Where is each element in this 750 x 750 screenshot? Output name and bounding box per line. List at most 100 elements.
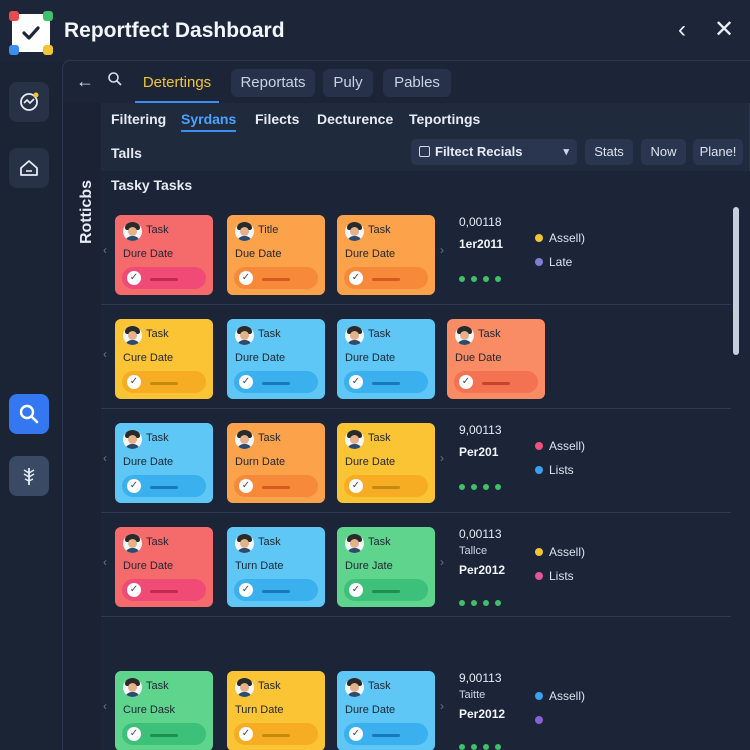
task-card-status-bar[interactable]: ✓ [454,371,538,393]
back-chevron-icon[interactable]: ‹ [668,16,696,44]
chevron-left-icon[interactable]: ‹ [103,243,107,257]
progress-line [372,382,400,385]
chevron-right-icon[interactable]: › [440,555,444,569]
task-card-title: Title [258,224,279,236]
chevron-left-icon[interactable]: ‹ [103,555,107,569]
task-card[interactable]: Task Turn Date ✓ [227,527,325,607]
search-icon [19,404,39,424]
task-card-title: Task [258,680,281,692]
sidebar-home-button[interactable] [9,148,49,188]
avatar [235,534,254,553]
task-card-status-bar[interactable]: ✓ [234,723,318,745]
progress-line [262,734,290,737]
avatar [123,222,142,241]
chevron-left-icon[interactable]: ‹ [103,347,107,361]
task-card-status-bar[interactable]: ✓ [122,723,206,745]
stat-period: Per2012 [459,707,506,721]
legend-item: Assell) [535,439,655,453]
subtab-decturence[interactable]: Decturence [317,111,393,127]
progress-line [372,590,400,593]
close-icon[interactable]: ✕ [710,16,738,44]
status-dots [459,477,507,495]
now-button[interactable]: Now [641,139,686,165]
subtab-filects[interactable]: Filects [255,111,299,127]
plane-button[interactable]: Plane! [693,139,743,165]
stats-button[interactable]: Stats [585,139,633,165]
task-card[interactable]: Task Dure Date ✓ [115,527,213,607]
progress-line [482,382,510,385]
task-row: ‹ Task Dure Date ✓ Task Turn Date ✓ Task Dure Ja… [101,513,731,617]
task-card-status-bar[interactable]: ✓ [122,267,206,289]
stat-period: Per201 [459,445,499,459]
task-card-status-bar[interactable]: ✓ [344,723,428,745]
task-card[interactable]: Task Dure Date ✓ [227,319,325,399]
task-card-status-bar[interactable]: ✓ [234,475,318,497]
task-card[interactable]: Task Dure Date ✓ [337,319,435,399]
task-card-status-bar[interactable]: ✓ [234,267,318,289]
legend-item: Late [535,255,655,269]
avatar [455,326,474,345]
sidebar-activity-button[interactable] [9,82,49,122]
check-icon: ✓ [239,479,253,493]
task-card[interactable]: Task Turn Date ✓ [227,671,325,750]
task-card[interactable]: Task Dure Date ✓ [337,423,435,503]
vertical-tab[interactable]: Rotticbs [63,103,101,750]
task-card-date: Dure Date [123,456,174,468]
progress-line [150,734,178,737]
task-card[interactable]: Task Dure Date ✓ [115,215,213,295]
task-card-status-bar[interactable]: ✓ [344,371,428,393]
tab-reportats[interactable]: Reportats [231,69,315,97]
task-card[interactable]: Task Dure Jate ✓ [337,527,435,607]
subtab-syrdans[interactable]: Syrdans [181,111,237,132]
task-card-status-bar[interactable]: ✓ [344,267,428,289]
legend-label: Assell) [549,231,586,245]
check-icon: ✓ [349,727,363,741]
tab-pables[interactable]: Pables [383,69,451,97]
task-card[interactable]: Task Cure Dask ✓ [115,671,213,750]
task-card[interactable]: Task Dure Date ✓ [115,423,213,503]
task-card-status-bar[interactable]: ✓ [122,475,206,497]
subtab-filtering[interactable]: Filtering [111,111,166,127]
check-icon: ✓ [349,271,363,285]
chevron-left-icon[interactable]: ‹ [103,451,107,465]
check-icon: ✓ [459,375,473,389]
task-card-status-bar[interactable]: ✓ [122,579,206,601]
chevron-right-icon[interactable]: › [440,243,444,257]
task-card-status-bar[interactable]: ✓ [344,475,428,497]
task-card-title: Task [258,432,281,444]
task-card-status-bar[interactable]: ✓ [122,371,206,393]
check-icon: ✓ [239,727,253,741]
legend-dot [535,234,543,242]
chevron-left-icon[interactable]: ‹ [103,699,107,713]
task-card[interactable]: Task Cure Date ✓ [115,319,213,399]
chevron-right-icon[interactable]: › [440,699,444,713]
task-card-status-bar[interactable]: ✓ [234,579,318,601]
task-card-date: Due Date [455,352,502,364]
tab-puly[interactable]: Puly [323,69,373,97]
legend-label: Lists [549,463,574,477]
task-card-status-bar[interactable]: ✓ [234,371,318,393]
sidebar-search-button[interactable] [9,394,49,434]
task-card[interactable]: Title Due Date ✓ [227,215,325,295]
task-card[interactable]: Task Durn Date ✓ [227,423,325,503]
task-card[interactable]: Task Dure Date ✓ [337,671,435,750]
chevron-down-icon: ▾ [563,146,569,158]
subtab-teportings[interactable]: Teportings [409,111,480,127]
task-card-date: Dure Jate [345,560,393,572]
back-arrow-icon[interactable]: ← [75,71,95,91]
scrollbar[interactable] [733,207,739,355]
chevron-right-icon[interactable]: › [440,451,444,465]
task-card[interactable]: Task Due Date ✓ [447,319,545,399]
sidebar-plant-button[interactable] [9,456,49,496]
filter-bar: Talls Filtect Recials ▾ Stats Now Plane! [101,139,750,169]
legend-label: Assell) [549,545,586,559]
task-card-status-bar[interactable]: ✓ [344,579,428,601]
tab-detertings[interactable]: Detertings [133,69,221,103]
task-card-date: Durn Date [235,456,286,468]
task-card-date: Dure Date [345,456,396,468]
filter-select[interactable]: Filtect Recials ▾ [411,139,577,165]
task-card[interactable]: Task Dure Date ✓ [337,215,435,295]
avatar [123,430,142,449]
search-icon[interactable] [105,71,125,91]
legend-label: Assell) [549,439,586,453]
